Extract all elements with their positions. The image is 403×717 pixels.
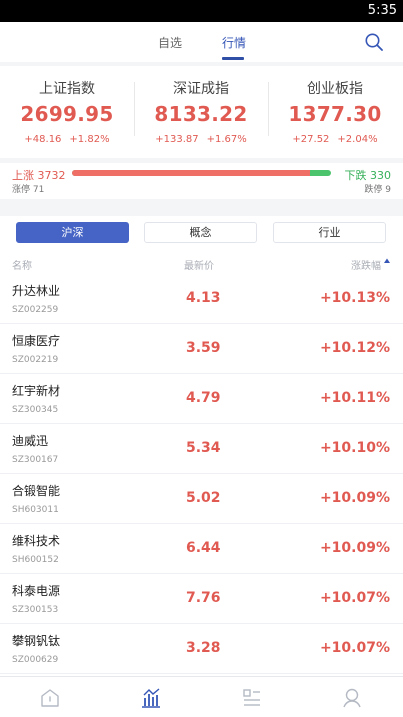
table-row[interactable]: 升达林业 SZ002259 4.13 +10.13% bbox=[0, 274, 403, 324]
stock-price: 3.28 bbox=[186, 640, 221, 656]
index-card-shenzhen[interactable]: 深证成指 8133.22 +133.87 +1.67% bbox=[134, 66, 268, 158]
sort-desc-icon[interactable] bbox=[383, 257, 391, 265]
index-change: +133.87 +1.67% bbox=[134, 134, 268, 145]
index-change-points: +133.87 bbox=[155, 134, 199, 145]
index-summary: 上证指数 2699.95 +48.16 +1.82% 深证成指 8133.22 +… bbox=[0, 66, 403, 158]
stock-code: SZ300153 bbox=[12, 605, 59, 615]
column-header-change[interactable]: 涨跌幅 bbox=[351, 257, 381, 272]
limit-up-count: 涨停 71 bbox=[12, 185, 45, 195]
stock-name: 攀钢钒钛 bbox=[12, 634, 61, 648]
stock-change-percent: +10.10% bbox=[319, 440, 390, 456]
stock-name: 科泰电源 bbox=[12, 584, 61, 598]
index-change-percent: +1.67% bbox=[206, 134, 247, 145]
table-header: 名称 最新价 涨跌幅 bbox=[0, 254, 403, 274]
stock-price: 3.59 bbox=[186, 340, 221, 356]
stock-change-percent: +10.13% bbox=[319, 290, 390, 306]
index-name: 深证成指 bbox=[173, 81, 229, 97]
stock-name: 红宇新材 bbox=[12, 384, 61, 398]
index-change-percent: +2.04% bbox=[337, 134, 378, 145]
table-row[interactable]: 科泰电源 SZ300153 7.76 +10.07% bbox=[0, 574, 403, 624]
market-segment-control: 沪深 概念 行业 bbox=[0, 216, 403, 248]
stock-list: 升达林业 SZ002259 4.13 +10.13% 恒康医疗 SZ002219 3.59 +… bbox=[0, 274, 403, 674]
stock-change-percent: +10.11% bbox=[319, 390, 390, 406]
stock-code: SZ300167 bbox=[12, 455, 59, 465]
tab-watchlist[interactable]: 自选 bbox=[158, 34, 182, 51]
stock-name: 迪威迅 bbox=[12, 434, 49, 448]
stock-code: SZ300345 bbox=[12, 405, 59, 415]
column-header-name[interactable]: 名称 bbox=[12, 257, 32, 272]
active-tab-indicator bbox=[222, 57, 244, 60]
profile-icon[interactable] bbox=[341, 687, 363, 709]
decliners-count: 下跌 330 bbox=[344, 169, 392, 182]
market-chart-icon[interactable] bbox=[140, 687, 162, 709]
index-change: +27.52 +2.04% bbox=[268, 134, 402, 145]
stock-code: SZ002259 bbox=[12, 305, 59, 315]
index-value: 8133.22 bbox=[154, 102, 248, 126]
index-change-points: +27.52 bbox=[292, 134, 330, 145]
stock-price: 4.79 bbox=[186, 390, 221, 406]
table-row[interactable]: 恒康医疗 SZ002219 3.59 +10.12% bbox=[0, 324, 403, 374]
index-change-percent: +1.82% bbox=[69, 134, 110, 145]
stock-code: SZ002219 bbox=[12, 355, 59, 365]
stock-change-percent: +10.07% bbox=[319, 590, 390, 606]
stock-change-percent: +10.09% bbox=[319, 490, 390, 506]
table-row[interactable]: 迪威迅 SZ300167 5.34 +10.10% bbox=[0, 424, 403, 474]
advancers-count: 上涨 3732 bbox=[12, 169, 66, 182]
status-time: 5:35 bbox=[367, 3, 397, 18]
segment-shanghai-shenzhen[interactable]: 沪深 bbox=[16, 222, 129, 243]
breadth-bar bbox=[72, 170, 331, 176]
section-divider bbox=[0, 199, 403, 216]
index-name: 创业板指 bbox=[307, 81, 363, 97]
stock-code: SH600152 bbox=[12, 555, 59, 565]
index-change: +48.16 +1.82% bbox=[0, 134, 134, 145]
stock-code: SZ000629 bbox=[12, 655, 59, 665]
news-list-icon[interactable] bbox=[241, 687, 263, 709]
table-row[interactable]: 攀钢钒钛 SZ000629 3.28 +10.07% bbox=[0, 624, 403, 674]
stock-change-percent: +10.09% bbox=[319, 540, 390, 556]
stock-name: 升达林业 bbox=[12, 284, 61, 298]
table-row[interactable]: 合锻智能 SH603011 5.02 +10.09% bbox=[0, 474, 403, 524]
search-icon[interactable] bbox=[364, 32, 384, 52]
stock-price: 6.44 bbox=[186, 540, 221, 556]
status-bar: 5:35 bbox=[0, 0, 403, 22]
limit-down-count: 跌停 9 bbox=[364, 185, 391, 195]
index-value: 2699.95 bbox=[20, 102, 114, 126]
table-row[interactable]: 维科技术 SH600152 6.44 +10.09% bbox=[0, 524, 403, 574]
stock-name: 合锻智能 bbox=[12, 484, 61, 498]
table-row[interactable]: 红宇新材 SZ300345 4.79 +10.11% bbox=[0, 374, 403, 424]
market-breadth: 上涨 3732 下跌 330 涨停 71 跌停 9 bbox=[0, 163, 403, 199]
stock-name: 恒康医疗 bbox=[12, 334, 61, 348]
index-card-chinext[interactable]: 创业板指 1377.30 +27.52 +2.04% bbox=[268, 66, 402, 158]
column-header-price[interactable]: 最新价 bbox=[184, 257, 214, 272]
stock-change-percent: +10.07% bbox=[319, 640, 390, 656]
top-nav: 自选 行情 bbox=[0, 22, 403, 62]
stock-name: 维科技术 bbox=[12, 534, 61, 548]
index-card-shanghai[interactable]: 上证指数 2699.95 +48.16 +1.82% bbox=[0, 66, 134, 158]
stock-price: 7.76 bbox=[186, 590, 221, 606]
segment-concept[interactable]: 概念 bbox=[144, 222, 257, 243]
stock-price: 4.13 bbox=[186, 290, 221, 306]
stock-code: SH603011 bbox=[12, 505, 59, 515]
bottom-nav bbox=[0, 676, 403, 717]
breadth-bar-advancers-fill bbox=[72, 170, 310, 176]
stock-change-percent: +10.12% bbox=[319, 340, 390, 356]
index-name: 上证指数 bbox=[39, 81, 95, 97]
stock-price: 5.02 bbox=[186, 490, 221, 506]
segment-industry[interactable]: 行业 bbox=[273, 222, 386, 243]
stock-price: 5.34 bbox=[186, 440, 221, 456]
home-icon[interactable] bbox=[39, 687, 61, 709]
index-value: 1377.30 bbox=[288, 102, 382, 126]
index-change-points: +48.16 bbox=[24, 134, 62, 145]
tab-market[interactable]: 行情 bbox=[222, 34, 246, 51]
